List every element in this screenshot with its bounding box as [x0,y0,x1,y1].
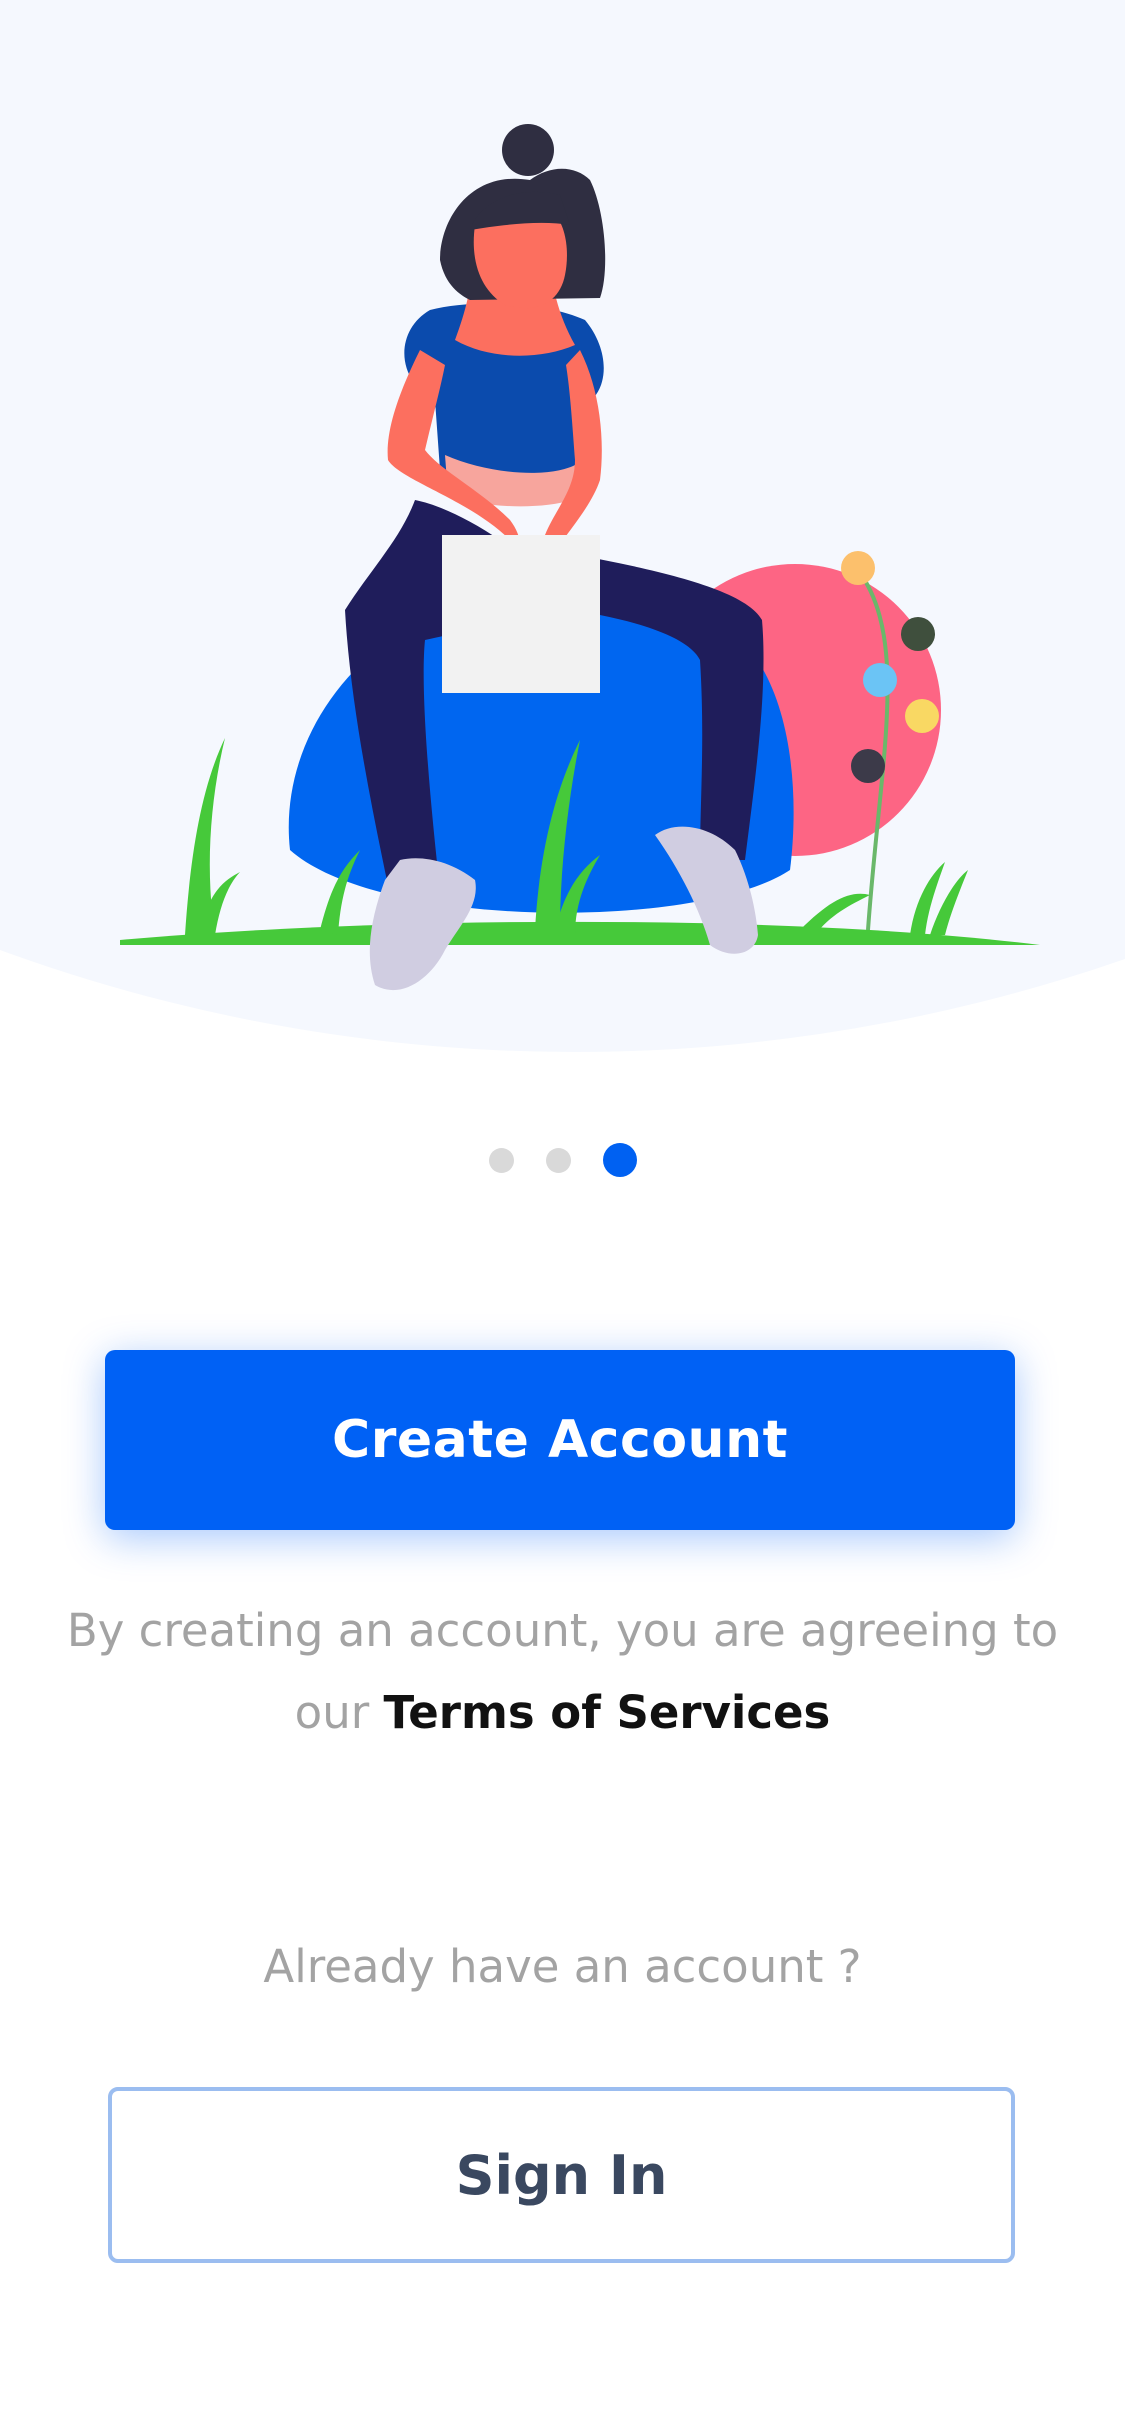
page-dot-3-active[interactable] [602,1143,637,1177]
grass-ground [120,921,1040,945]
onboarding-illustration [120,124,1040,991]
page-indicator [0,1140,1125,1180]
create-account-button[interactable]: Create Account [105,1350,1015,1530]
page-dot-1[interactable] [488,1147,514,1173]
terms-notice: By creating an account, you are agreeing… [60,1590,1065,1754]
page-dot-2[interactable] [545,1147,571,1173]
signin-prompt-text: Already have an account ? [263,1940,862,1993]
paper-sheet [442,535,600,693]
person-head [440,124,606,309]
sign-in-button[interactable]: Sign In [108,2087,1015,2263]
terms-of-services-link[interactable]: Terms of Services [384,1686,831,1739]
